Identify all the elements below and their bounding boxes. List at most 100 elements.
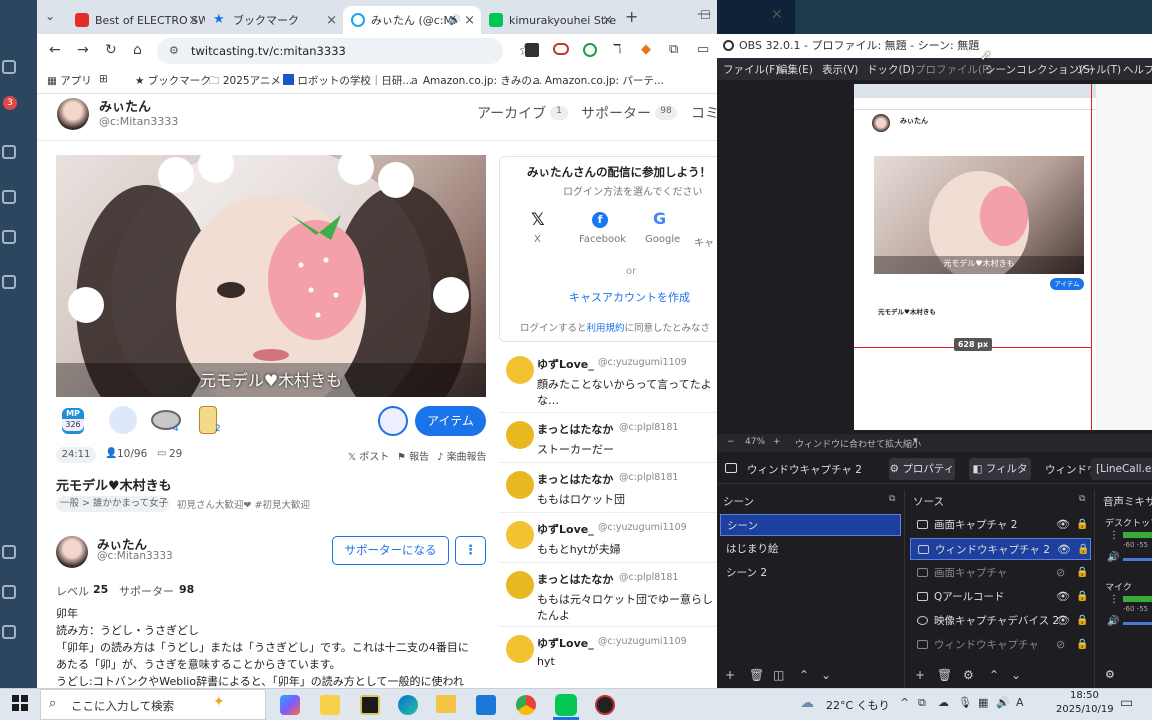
login-x-label[interactable]: X bbox=[534, 234, 541, 245]
terms-link[interactable]: 利用規約 bbox=[587, 323, 625, 334]
chrome-icon[interactable] bbox=[516, 695, 536, 715]
commenter-avatar[interactable] bbox=[506, 471, 534, 499]
tab-supporters[interactable]: サポーター bbox=[581, 103, 651, 123]
close-tab-icon[interactable]: × bbox=[464, 13, 475, 28]
category-chip[interactable]: 一般 > 誰かかまって女子 bbox=[56, 496, 169, 512]
lock-icon[interactable]: 🔒 bbox=[1076, 586, 1088, 608]
forward-icon[interactable]: → bbox=[77, 42, 89, 58]
visibility-icon[interactable]: 👁 bbox=[1056, 610, 1070, 632]
profile-name[interactable]: みぃたん bbox=[99, 96, 151, 115]
sidebar-icon[interactable]: ▭ bbox=[697, 42, 709, 57]
move-up-icon[interactable]: ⌃ bbox=[989, 668, 999, 682]
news-icon[interactable] bbox=[320, 695, 340, 715]
source-item[interactable]: Qアールコード 👁 🔒 bbox=[910, 586, 1091, 608]
mixer-menu-icon[interactable]: ⋮ bbox=[1109, 594, 1119, 605]
tab-kimura[interactable]: kimurakyouhei Stre × bbox=[481, 6, 619, 34]
weather-icon[interactable]: ☁ bbox=[800, 695, 814, 711]
close-tab-icon[interactable]: × bbox=[188, 13, 199, 28]
app-icon[interactable] bbox=[2, 230, 16, 244]
close-window-button[interactable]: ✕ bbox=[771, 7, 783, 23]
menu-edit[interactable]: 編集(E) bbox=[777, 62, 813, 77]
close-tab-icon[interactable]: × bbox=[326, 13, 337, 28]
music-report-link[interactable]: ♪ 楽曲報告 bbox=[437, 448, 487, 463]
mixer-menu-icon[interactable]: ⋮ bbox=[1109, 530, 1119, 541]
volume-icon[interactable]: 🔊 bbox=[996, 696, 1010, 709]
mixer-settings-icon[interactable]: ⚙ bbox=[1105, 668, 1115, 681]
taskbar-search[interactable]: ⌕ ここに入力して検索 ✦ bbox=[40, 689, 266, 720]
visibility-icon[interactable]: 👁 bbox=[1056, 586, 1070, 608]
tab-search-icon[interactable]: ⌄ bbox=[45, 9, 55, 23]
x-post-link[interactable]: 𝕏 ポスト bbox=[348, 448, 389, 463]
scene-item[interactable]: はじまり絵 bbox=[720, 538, 901, 560]
more-options-button[interactable]: ⋮ bbox=[455, 536, 486, 565]
facebook-icon[interactable]: f bbox=[592, 212, 608, 228]
app-icon[interactable] bbox=[2, 585, 16, 599]
move-down-icon[interactable]: ⌄ bbox=[821, 668, 831, 682]
commenter-name[interactable]: ゆずLove_ bbox=[537, 356, 594, 372]
tray-icon[interactable]: ⧉ bbox=[918, 696, 926, 710]
app-icon[interactable] bbox=[2, 275, 16, 289]
zoom-mode[interactable]: ウィンドウに合わせて拡大縮小 bbox=[795, 437, 921, 450]
explorer-icon[interactable] bbox=[436, 695, 456, 713]
obs-preview[interactable]: みぃたん 元モデル♥木村きも アイテム 元モデル♥木村きも 628 px bbox=[854, 84, 1152, 430]
extension-icon[interactable]: ℸ bbox=[613, 42, 621, 57]
home-icon[interactable]: ⌂ bbox=[133, 42, 142, 58]
apps-bookmark[interactable]: ▦ アプリ bbox=[47, 73, 92, 88]
tab-bookmarks[interactable]: ★ ブックマーク × bbox=[205, 6, 343, 34]
filters-button[interactable]: ◧ フィルタ bbox=[969, 458, 1031, 480]
scene-item[interactable]: シーン 2 bbox=[720, 562, 901, 584]
clock-time[interactable]: 18:50 bbox=[1070, 690, 1099, 701]
site-info-icon[interactable]: ⚙ bbox=[169, 38, 179, 64]
bookmark-anime[interactable]: 🗀 2025アニメ bbox=[209, 73, 281, 91]
bookmark-bookmarks[interactable]: ★ ブックマーク bbox=[135, 73, 211, 88]
smile-item-icon[interactable] bbox=[109, 406, 137, 434]
source-properties-icon[interactable]: ⚙ bbox=[963, 668, 974, 682]
undock-icon[interactable]: ⧉ bbox=[889, 494, 895, 504]
add-scene-icon[interactable]: + bbox=[725, 668, 735, 682]
move-up-icon[interactable]: ⌃ bbox=[799, 668, 809, 682]
commenter-avatar[interactable] bbox=[506, 635, 534, 663]
item-button[interactable]: アイテム bbox=[415, 406, 486, 436]
metamask-icon[interactable]: ◆ bbox=[641, 42, 651, 57]
report-link[interactable]: ⚑ 報告 bbox=[397, 448, 429, 463]
commenter-name[interactable]: まっとはたなか bbox=[537, 421, 613, 437]
stream-video[interactable]: 元モデル♥木村きも bbox=[56, 155, 486, 397]
remove-source-icon[interactable]: 🗑 bbox=[937, 668, 952, 682]
lock-icon[interactable]: 🔒 bbox=[1076, 514, 1088, 536]
volume-slider[interactable] bbox=[1123, 622, 1152, 625]
source-item[interactable]: 画面キャプチャ ⊘ 🔒 bbox=[910, 562, 1091, 584]
login-facebook-label[interactable]: Facebook bbox=[579, 234, 626, 245]
chevron-down-icon[interactable]: ▾ bbox=[913, 436, 918, 446]
source-item[interactable]: 画面キャプチャ 2 👁 🔒 bbox=[910, 514, 1091, 536]
menu-tools[interactable]: ツール(T) bbox=[1075, 62, 1121, 77]
audio-icon[interactable]: 🔊 bbox=[449, 15, 461, 26]
selected-item-icon[interactable] bbox=[378, 406, 408, 436]
url-field[interactable]: ⚙ twitcasting.tv/c:mitan3333 ☆ bbox=[157, 38, 531, 64]
source-item[interactable]: ウィンドウキャプチャ 2 👁 🔒 bbox=[910, 538, 1091, 560]
lock-icon[interactable]: 🔒 bbox=[1077, 539, 1089, 561]
move-down-icon[interactable]: ⌄ bbox=[1011, 668, 1021, 682]
commenter-avatar[interactable] bbox=[506, 571, 534, 599]
lock-icon[interactable]: 🔒 bbox=[1076, 610, 1088, 632]
zoom-out-icon[interactable]: − bbox=[727, 437, 735, 447]
login-google-label[interactable]: Google bbox=[645, 234, 680, 245]
commenter-name[interactable]: ゆずLove_ bbox=[537, 635, 594, 651]
close-tab-icon[interactable]: × bbox=[602, 13, 613, 28]
support-button[interactable]: サポーターになる bbox=[332, 536, 449, 565]
menu-file[interactable]: ファイル(F) bbox=[723, 62, 779, 77]
lock-icon[interactable]: 🔒 bbox=[1076, 634, 1088, 656]
commenter-avatar[interactable] bbox=[506, 521, 534, 549]
network-icon[interactable]: ▦ bbox=[978, 696, 988, 709]
commenter-name[interactable]: まっとはたなか bbox=[537, 471, 613, 487]
mic-icon[interactable]: 🎙 bbox=[958, 696, 972, 709]
x-icon[interactable]: 𝕏 bbox=[531, 210, 545, 230]
clock-date[interactable]: 2025/10/19 bbox=[1056, 704, 1114, 715]
zoom-in-icon[interactable]: + bbox=[773, 437, 781, 447]
google-icon[interactable]: G bbox=[653, 209, 666, 228]
source-item[interactable]: ウィンドウキャプチャ ⊘ 🔒 bbox=[910, 634, 1091, 656]
app-icon[interactable] bbox=[2, 545, 16, 559]
visibility-icon[interactable]: 👁 bbox=[1056, 514, 1070, 536]
properties-button[interactable]: ⚙ プロパティ bbox=[889, 458, 955, 480]
outlook-icon[interactable] bbox=[476, 695, 496, 715]
commenter-name[interactable]: まっとはたなか bbox=[537, 571, 613, 587]
